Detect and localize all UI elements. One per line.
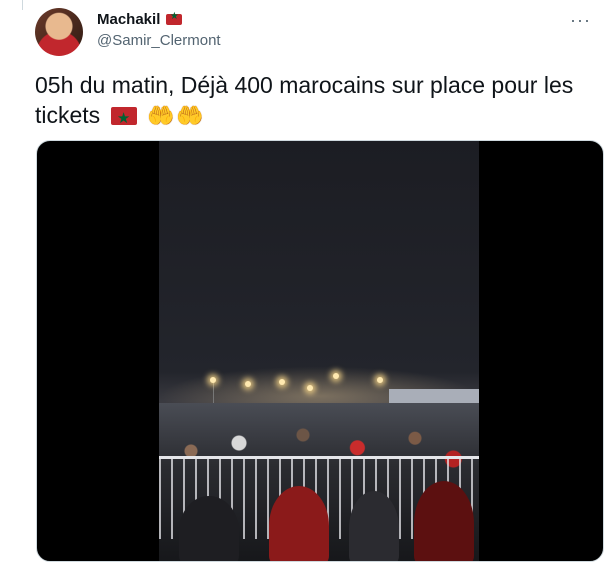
person	[349, 491, 399, 561]
morocco-flag-icon	[166, 11, 183, 25]
thread-connector	[22, 0, 23, 10]
person	[414, 481, 474, 561]
video-frame[interactable]	[159, 141, 479, 561]
stadium-light	[245, 381, 251, 387]
stadium-light	[333, 373, 339, 379]
media-video[interactable]	[36, 140, 604, 562]
stadium-light	[377, 377, 383, 383]
person	[269, 486, 329, 561]
tweet-text: 05h du matin, Déjà 400 marocains sur pla…	[35, 70, 595, 134]
stadium-light	[279, 379, 285, 385]
user-handle[interactable]: @Samir_Clermont	[97, 32, 221, 49]
stadium-light	[210, 377, 216, 383]
morocco-flag-icon	[110, 104, 137, 134]
palms-up-together-icon: 🤲🤲	[146, 103, 206, 128]
more-options-icon[interactable]: ···	[570, 10, 591, 31]
display-name[interactable]: Machakil	[97, 11, 160, 28]
person	[179, 496, 239, 561]
author-name-row[interactable]: Machakil	[97, 11, 183, 28]
stadium-light	[307, 385, 313, 391]
avatar[interactable]	[35, 8, 83, 56]
